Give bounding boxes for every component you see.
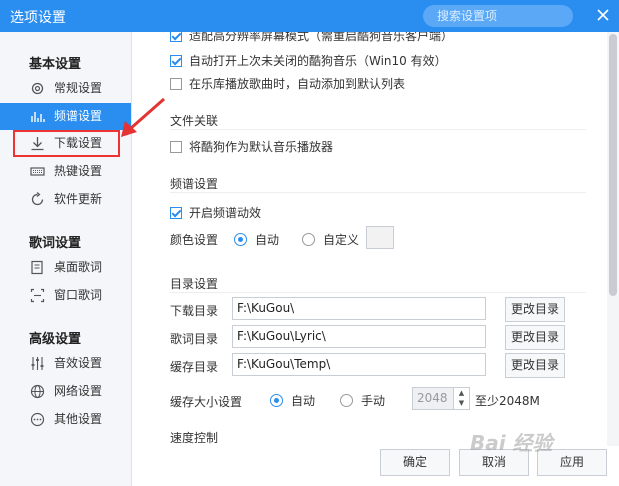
- cache-min-label: 至少2048M: [475, 394, 540, 408]
- cache-manual-label: 手动: [361, 394, 386, 408]
- color-custom-radio[interactable]: [302, 233, 315, 246]
- auto-open-option[interactable]: 自动打开上次未关闭的酷狗音乐（Win10 有效）: [170, 52, 447, 69]
- change-lyrics-dir-button[interactable]: 更改目录: [505, 325, 565, 350]
- title-bar: 选项设置 搜索设置项: [0, 0, 619, 32]
- color-auto-radio[interactable]: [234, 233, 247, 246]
- sidebar-item-label: 频谱设置: [54, 109, 103, 123]
- window-title: 选项设置: [10, 10, 66, 26]
- divider: [170, 292, 586, 293]
- ok-button[interactable]: 确定: [380, 449, 450, 476]
- hidpi-checkbox[interactable]: [170, 32, 182, 42]
- cache-size-value: 2048: [417, 391, 448, 405]
- cache-dir-label: 缓存目录: [170, 360, 219, 374]
- group-basic-settings: 基本设置: [29, 57, 82, 72]
- change-cache-dir-button[interactable]: 更改目录: [505, 353, 565, 378]
- more-icon: [30, 412, 45, 427]
- close-icon[interactable]: [594, 6, 612, 24]
- auto-add-label: 在乐库播放歌曲时，自动添加到默认列表: [189, 77, 406, 91]
- stepper-arrows-icon[interactable]: ▲ ▼: [453, 388, 469, 409]
- default-player-checkbox[interactable]: [170, 141, 182, 153]
- sidebar-item-general[interactable]: 常规设置: [0, 75, 131, 102]
- sidebar-item-download[interactable]: 下载设置: [13, 130, 120, 157]
- lyrics-dir-label: 歌词目录: [170, 332, 219, 346]
- default-player-option[interactable]: 将酷狗作为默认音乐播放器: [170, 138, 333, 155]
- auto-add-checkbox[interactable]: [170, 78, 182, 90]
- cache-auto-label: 自动: [291, 394, 316, 408]
- keyboard-icon: [30, 167, 45, 176]
- sidebar-item-hotkey[interactable]: 热键设置: [0, 158, 131, 185]
- gear-icon: [31, 82, 44, 95]
- sidebar-item-label: 软件更新: [54, 192, 103, 206]
- color-auto-label: 自动: [255, 233, 280, 247]
- section-speed-control: 速度控制: [170, 431, 219, 445]
- cache-size-label: 缓存大小设置: [170, 395, 243, 409]
- spectrum-icon: [31, 112, 45, 122]
- sidebar: 基本设置 常规设置 频谱设置 下载设置 热键设置 软件更新 歌词设置 桌面歌词 …: [0, 32, 132, 486]
- globe-icon: [30, 384, 45, 399]
- sidebar-item-label: 其他设置: [54, 412, 103, 426]
- cache-auto-radio[interactable]: [270, 394, 283, 407]
- equalizer-icon: [31, 357, 44, 370]
- sidebar-item-label: 音效设置: [54, 356, 103, 370]
- spectrum-enable-option[interactable]: 开启频谱动效: [170, 204, 261, 221]
- scrollbar[interactable]: [607, 32, 619, 446]
- hidpi-label: 适配高分辨率屏幕模式（需重启酷狗音乐客户端）: [189, 32, 454, 43]
- sidebar-item-window-lyrics[interactable]: 窗口歌词: [0, 282, 131, 309]
- color-setting-label: 颜色设置: [170, 233, 219, 247]
- sidebar-item-label: 热键设置: [54, 164, 103, 178]
- divider: [170, 129, 586, 130]
- settings-content: 适配高分辨率屏幕模式（需重启酷狗音乐客户端） 自动打开上次未关闭的酷狗音乐（Wi…: [132, 32, 619, 446]
- auto-add-option[interactable]: 在乐库播放歌曲时，自动添加到默认列表: [170, 75, 405, 92]
- group-advanced-settings: 高级设置: [29, 332, 82, 347]
- section-file-association: 文件关联: [170, 114, 219, 128]
- color-custom-label: 自定义: [323, 233, 360, 247]
- cache-manual-radio[interactable]: [340, 394, 353, 407]
- hidpi-option[interactable]: 适配高分辨率屏幕模式（需重启酷狗音乐客户端）: [170, 32, 453, 44]
- scrollbar-thumb[interactable]: [609, 34, 617, 296]
- default-player-label: 将酷狗作为默认音乐播放器: [189, 140, 334, 154]
- change-download-dir-button[interactable]: 更改目录: [505, 297, 565, 322]
- auto-open-checkbox[interactable]: [170, 55, 182, 67]
- sidebar-item-label: 下载设置: [54, 136, 103, 150]
- cache-auto-option[interactable]: 自动: [270, 392, 315, 409]
- sidebar-item-label: 窗口歌词: [54, 288, 103, 302]
- cache-size-stepper[interactable]: 2048 ▲ ▼: [412, 387, 470, 410]
- cache-manual-option[interactable]: 手动: [340, 392, 385, 409]
- sidebar-item-desktop-lyrics[interactable]: 桌面歌词: [0, 254, 131, 281]
- spectrum-enable-checkbox[interactable]: [170, 207, 182, 219]
- window-lyrics-icon: [30, 288, 45, 303]
- download-dir-label: 下载目录: [170, 304, 219, 318]
- color-swatch[interactable]: [366, 226, 394, 249]
- settings-search-input[interactable]: 搜索设置项: [423, 5, 573, 27]
- desktop-lyrics-icon: [31, 260, 43, 275]
- sidebar-item-sound-effects[interactable]: 音效设置: [0, 350, 131, 377]
- sidebar-item-label: 常规设置: [54, 81, 103, 95]
- cache-dir-input[interactable]: F:\KuGou\Temp\: [232, 353, 486, 376]
- sidebar-item-spectrum[interactable]: 频谱设置: [0, 103, 131, 130]
- sidebar-item-update[interactable]: 软件更新: [0, 186, 131, 213]
- auto-open-label: 自动打开上次未关闭的酷狗音乐（Win10 有效）: [189, 54, 447, 68]
- color-custom-option[interactable]: 自定义: [302, 231, 359, 248]
- spectrum-enable-label: 开启频谱动效: [189, 206, 262, 220]
- sidebar-item-label: 网络设置: [54, 384, 103, 398]
- section-directory: 目录设置: [170, 277, 219, 291]
- divider: [170, 192, 586, 193]
- sidebar-item-other[interactable]: 其他设置: [0, 406, 131, 433]
- sidebar-item-label: 桌面歌词: [54, 260, 103, 274]
- download-icon: [31, 137, 44, 151]
- sidebar-item-network[interactable]: 网络设置: [0, 378, 131, 405]
- color-auto-option[interactable]: 自动: [234, 231, 279, 248]
- download-dir-input[interactable]: F:\KuGou\: [232, 297, 486, 320]
- update-icon: [31, 192, 44, 206]
- group-lyrics-settings: 歌词设置: [29, 236, 82, 251]
- section-spectrum: 频谱设置: [170, 177, 219, 191]
- watermark: Bai 经验: [470, 431, 553, 455]
- lyrics-dir-input[interactable]: F:\KuGou\Lyric\: [232, 325, 486, 348]
